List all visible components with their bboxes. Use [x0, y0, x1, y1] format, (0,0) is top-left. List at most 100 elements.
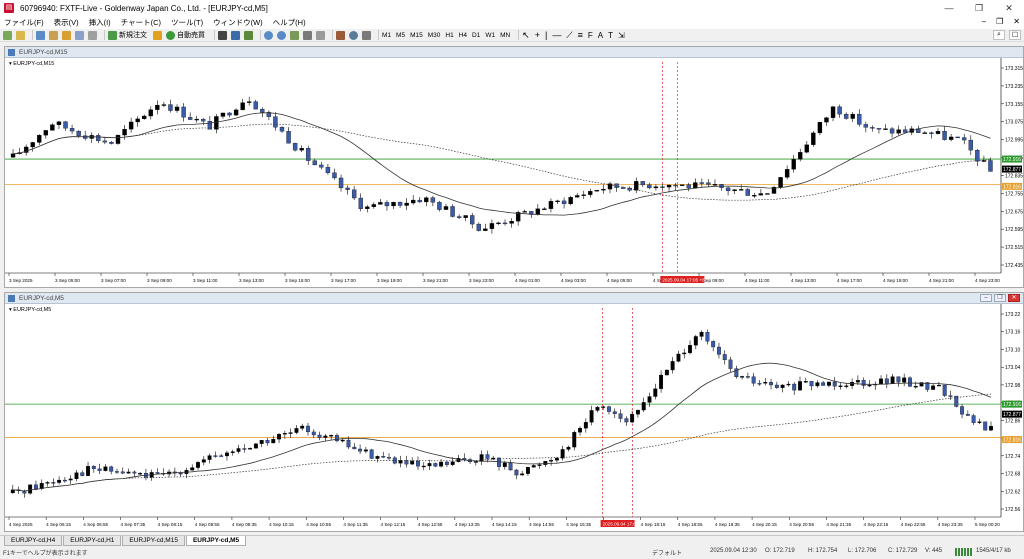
candle-bullish: [68, 478, 73, 481]
chart-window-m15: EURJPY-cd,M15 ▾ EURJPY-cd,M15 173.315 173…: [4, 46, 1024, 288]
candle-bearish: [80, 472, 85, 476]
candle-bearish: [717, 346, 721, 355]
zoom-in-icon[interactable]: [264, 30, 273, 40]
menu-help[interactable]: ヘルプ(H): [273, 17, 306, 28]
tab-eurjpy-h4[interactable]: EURJPY-cd,H4: [4, 536, 63, 546]
search-icon[interactable]: ⌕: [993, 30, 1005, 40]
menu-tools[interactable]: ツール(T): [171, 17, 203, 28]
x-tick-label: 4 Sep 22:15: [864, 522, 889, 527]
mt4-app: ▤ 60796940: FXTF-Live - Goldenway Japan …: [0, 0, 1024, 559]
tile-windows-icon[interactable]: [290, 30, 299, 40]
tab-eurjpy-h1[interactable]: EURJPY-cd,H1: [63, 536, 122, 546]
indicators-icon[interactable]: [336, 30, 345, 40]
timeframe-m5[interactable]: M5: [396, 32, 405, 39]
price-chart-m5[interactable]: 173.22173.16173.10173.04172.98172.92172.…: [5, 304, 1023, 531]
candle-bullish: [826, 381, 831, 386]
candle-bullish: [56, 121, 62, 125]
profile-name[interactable]: デフォルト: [652, 548, 682, 557]
timeframe-h4[interactable]: H4: [459, 32, 467, 39]
menu-view[interactable]: 表示(V): [54, 17, 79, 28]
chart-shift-icon[interactable]: [316, 30, 325, 40]
tab-eurjpy-m15[interactable]: EURJPY-cd,M15: [122, 536, 185, 546]
templates-icon[interactable]: [362, 30, 371, 40]
candle-bullish: [509, 221, 514, 224]
candlestick-icon[interactable]: [231, 30, 240, 40]
menu-window[interactable]: ウィンドウ(W): [213, 17, 263, 28]
child-close-button[interactable]: ✕: [1008, 294, 1020, 302]
market-watch-icon[interactable]: [36, 30, 45, 40]
crosshair-icon[interactable]: +: [535, 30, 540, 40]
timeframe-h1[interactable]: H1: [445, 32, 453, 39]
candle-bullish: [502, 462, 507, 467]
navigator-icon[interactable]: [62, 30, 71, 40]
profiles-icon[interactable]: [16, 30, 25, 40]
candle-bearish: [51, 482, 56, 484]
candle-bullish: [30, 142, 35, 148]
candle-bullish: [43, 130, 49, 136]
chart-window-title-bar[interactable]: EURJPY-cd,M15: [5, 47, 1023, 58]
symbol-label: ▾ EURJPY-cd,M15: [9, 61, 55, 67]
text-label-box-icon[interactable]: T: [608, 31, 613, 40]
terminal-icon[interactable]: [75, 30, 84, 40]
mdi-close-icon[interactable]: ✕: [1013, 17, 1020, 26]
autoscroll-icon[interactable]: [303, 30, 312, 40]
timeframe-w1[interactable]: W1: [485, 32, 495, 39]
child-minimize-button[interactable]: –: [980, 294, 992, 302]
candle-bullish: [259, 440, 264, 444]
close-button[interactable]: ✕: [994, 0, 1024, 16]
candle-bearish: [430, 197, 436, 203]
chat-icon[interactable]: ☐: [1009, 30, 1021, 40]
text-label-icon[interactable]: A: [598, 31, 603, 40]
candle-bullish: [635, 409, 640, 415]
tester-icon[interactable]: [88, 30, 97, 40]
y-tick-label: 172.98: [1005, 383, 1021, 389]
mdi-restore-icon[interactable]: ❐: [996, 17, 1003, 26]
new-order-button[interactable]: 新規注文: [108, 30, 147, 40]
timeframe-m30[interactable]: M30: [428, 32, 441, 39]
connection-status: 1545/4/17 kb: [976, 548, 1011, 554]
y-tick-label: 172.835: [1005, 173, 1023, 179]
candle-bullish: [844, 385, 849, 387]
menu-file[interactable]: ファイル(F): [4, 17, 44, 28]
timeframe-m15[interactable]: M15: [410, 32, 423, 39]
x-tick-label: 4 Sep 15:35: [566, 522, 591, 527]
candle-bullish: [496, 222, 501, 225]
line-chart-icon[interactable]: [244, 30, 253, 40]
metaeditor-icon[interactable]: [153, 30, 162, 40]
arrows-icon[interactable]: ⇲: [618, 31, 625, 40]
child-restore-button[interactable]: ❐: [994, 294, 1006, 302]
new-chart-icon[interactable]: [3, 30, 12, 40]
trendline-icon[interactable]: ⟋: [566, 30, 572, 41]
menu-insert[interactable]: 挿入(I): [89, 17, 111, 28]
y-tick-label: 173.075: [1005, 120, 1023, 126]
horizontal-line-icon[interactable]: —: [552, 30, 561, 40]
cursor-icon[interactable]: ↖: [522, 30, 530, 41]
timeframe-mn[interactable]: MN: [500, 32, 510, 39]
title-bar: ▤ 60796940: FXTF-Live - Goldenway Japan …: [0, 0, 1024, 16]
timeframe-m1[interactable]: M1: [382, 32, 391, 39]
candle-bearish: [62, 479, 67, 482]
fibonacci-icon[interactable]: F: [588, 31, 593, 40]
tab-eurjpy-m5[interactable]: EURJPY-cd,M5: [185, 536, 247, 546]
candle-bullish: [489, 223, 495, 229]
channel-icon[interactable]: ≡: [578, 30, 583, 40]
zoom-out-icon[interactable]: [277, 30, 286, 40]
chart-window-title-bar[interactable]: EURJPY-cd,M5 – ❐ ✕: [5, 293, 1023, 304]
bar-chart-icon[interactable]: [218, 30, 227, 40]
candle-bullish: [535, 208, 541, 215]
maximize-button[interactable]: ❐: [964, 0, 994, 16]
candle-bearish: [306, 425, 310, 433]
periods-icon[interactable]: [349, 30, 358, 40]
candle-bullish: [135, 118, 140, 123]
vertical-line-icon[interactable]: |: [545, 30, 547, 40]
menu-chart[interactable]: チャート(C): [121, 17, 161, 28]
data-window-icon[interactable]: [49, 30, 58, 40]
mdi-minimize-icon[interactable]: –: [982, 17, 986, 26]
price-chart-m15[interactable]: 173.315 173.235 173.155 173.075 172.995 172.9…: [5, 58, 1023, 287]
candle-bullish: [763, 381, 768, 384]
candle-bearish: [338, 177, 344, 189]
minimize-button[interactable]: —: [934, 0, 964, 16]
timeframe-d1[interactable]: D1: [472, 32, 480, 39]
x-tick-label: 3 Sep 11:00: [193, 278, 218, 283]
auto-trade-button[interactable]: 自動売買: [166, 30, 205, 40]
